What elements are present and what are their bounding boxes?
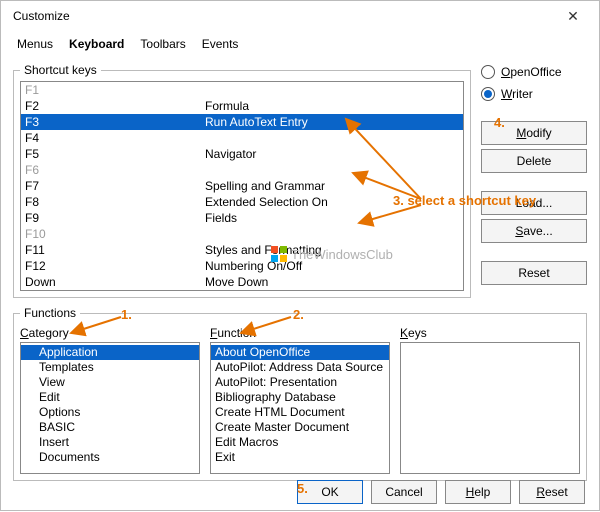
list-item[interactable]: Bibliography Database — [211, 390, 389, 405]
list-item[interactable]: Edit — [21, 390, 199, 405]
shortcut-key: F8 — [21, 194, 205, 210]
customize-dialog: Customize ✕ Menus Keyboard Toolbars Even… — [0, 0, 600, 511]
shortcut-keys-group: Shortcut keys F1F2FormulaF3Run AutoText … — [13, 63, 471, 298]
shortcut-row[interactable]: F12Numbering On/Off — [21, 258, 463, 274]
shortcut-function: Move Up — [205, 290, 463, 291]
tabstrip: Menus Keyboard Toolbars Events — [1, 31, 599, 57]
shortcut-row[interactable]: F7Spelling and Grammar — [21, 178, 463, 194]
shortcut-function — [205, 82, 463, 98]
cancel-button[interactable]: Cancel — [371, 480, 437, 504]
list-item[interactable]: Application — [21, 345, 199, 360]
shortcut-key: F2 — [21, 98, 205, 114]
list-item[interactable]: AutoPilot: Presentation — [211, 375, 389, 390]
shortcut-function: Navigator — [205, 146, 463, 162]
shortcut-row[interactable]: F5Navigator — [21, 146, 463, 162]
list-item[interactable]: About OpenOffice — [211, 345, 389, 360]
keys-list[interactable] — [400, 342, 580, 474]
shortcut-function: Numbering On/Off — [205, 258, 463, 274]
functions-legend: Functions — [20, 306, 80, 320]
load-button[interactable]: Load... — [481, 191, 587, 215]
close-icon[interactable]: ✕ — [553, 8, 593, 25]
shortcut-row[interactable]: F1 — [21, 82, 463, 98]
shortcut-key: F12 — [21, 258, 205, 274]
list-item[interactable]: View — [21, 375, 199, 390]
radio-icon — [481, 87, 495, 101]
help-button[interactable]: Help — [445, 480, 511, 504]
shortcut-function — [205, 226, 463, 242]
reset-button[interactable]: Reset — [519, 480, 585, 504]
tab-menus[interactable]: Menus — [11, 35, 59, 53]
shortcut-row[interactable]: F2Formula — [21, 98, 463, 114]
shortcut-function: Move Down — [205, 274, 463, 290]
modify-button[interactable]: Modify — [481, 121, 587, 145]
list-item[interactable]: AutoPilot: Address Data Source — [211, 360, 389, 375]
shortcut-row[interactable]: F11Styles and Formatting — [21, 242, 463, 258]
shortcut-row[interactable]: UpMove Up — [21, 290, 463, 291]
shortcut-function: Fields — [205, 210, 463, 226]
list-item[interactable]: Templates — [21, 360, 199, 375]
scope-radio-openoffice[interactable]: OpenOffice — [481, 63, 587, 81]
list-item[interactable]: Documents — [21, 450, 199, 465]
shortcut-key: F7 — [21, 178, 205, 194]
shortcut-function: Run AutoText Entry — [205, 114, 463, 130]
shortcut-key: F4 — [21, 130, 205, 146]
dialog-buttons: OK Cancel Help Reset — [297, 480, 585, 504]
shortcut-keys-legend: Shortcut keys — [20, 63, 101, 77]
window-title: Customize — [7, 9, 70, 23]
tab-keyboard[interactable]: Keyboard — [63, 35, 130, 53]
shortcut-row[interactable]: F9Fields — [21, 210, 463, 226]
shortcut-row[interactable]: DownMove Down — [21, 274, 463, 290]
function-label: Function — [210, 326, 390, 340]
list-item[interactable]: Insert — [21, 435, 199, 450]
save-button[interactable]: Save... — [481, 219, 587, 243]
shortcut-function — [205, 162, 463, 178]
functions-group: Functions Category ApplicationTemplatesV… — [13, 306, 587, 481]
list-item[interactable]: BASIC — [21, 420, 199, 435]
titlebar: Customize ✕ — [1, 1, 599, 31]
reset-side-button[interactable]: Reset — [481, 261, 587, 285]
category-list[interactable]: ApplicationTemplatesViewEditOptionsBASIC… — [20, 342, 200, 474]
shortcut-row[interactable]: F3Run AutoText Entry — [21, 114, 463, 130]
shortcut-key: F10 — [21, 226, 205, 242]
shortcut-key: Down — [21, 274, 205, 290]
modify-button-rest: odify — [526, 126, 551, 140]
ok-button[interactable]: OK — [297, 480, 363, 504]
shortcut-function — [205, 130, 463, 146]
shortcut-key: F11 — [21, 242, 205, 258]
shortcut-function: Formula — [205, 98, 463, 114]
shortcut-key: F3 — [21, 114, 205, 130]
shortcut-function: Extended Selection On — [205, 194, 463, 210]
function-list[interactable]: About OpenOfficeAutoPilot: Address Data … — [210, 342, 390, 474]
shortcut-row[interactable]: F10 — [21, 226, 463, 242]
shortcut-key: F1 — [21, 82, 205, 98]
scope-radio-writer[interactable]: Writer — [481, 85, 587, 103]
tab-events[interactable]: Events — [196, 35, 245, 53]
list-item[interactable]: Edit Macros — [211, 435, 389, 450]
shortcut-row[interactable]: F6 — [21, 162, 463, 178]
list-item[interactable]: Exit — [211, 450, 389, 465]
shortcut-function: Styles and Formatting — [205, 242, 463, 258]
shortcut-keys-list[interactable]: F1F2FormulaF3Run AutoText EntryF4F5Navig… — [20, 81, 464, 291]
list-item[interactable]: Options — [21, 405, 199, 420]
scope-label-openoffice: penOffice — [510, 65, 561, 79]
right-column: OpenOffice Writer Modify Delete Load... … — [481, 63, 587, 306]
list-item[interactable]: Create HTML Document — [211, 405, 389, 420]
shortcut-key: Up — [21, 290, 205, 291]
shortcut-key: F9 — [21, 210, 205, 226]
scope-label-writer: riter — [512, 87, 533, 101]
radio-icon — [481, 65, 495, 79]
shortcut-key: F5 — [21, 146, 205, 162]
shortcut-row[interactable]: F4 — [21, 130, 463, 146]
tab-toolbars[interactable]: Toolbars — [134, 35, 191, 53]
shortcut-key: F6 — [21, 162, 205, 178]
delete-button[interactable]: Delete — [481, 149, 587, 173]
keys-label: Keys — [400, 326, 580, 340]
category-label: Category — [20, 326, 200, 340]
list-item[interactable]: Create Master Document — [211, 420, 389, 435]
shortcut-row[interactable]: F8Extended Selection On — [21, 194, 463, 210]
shortcut-function: Spelling and Grammar — [205, 178, 463, 194]
